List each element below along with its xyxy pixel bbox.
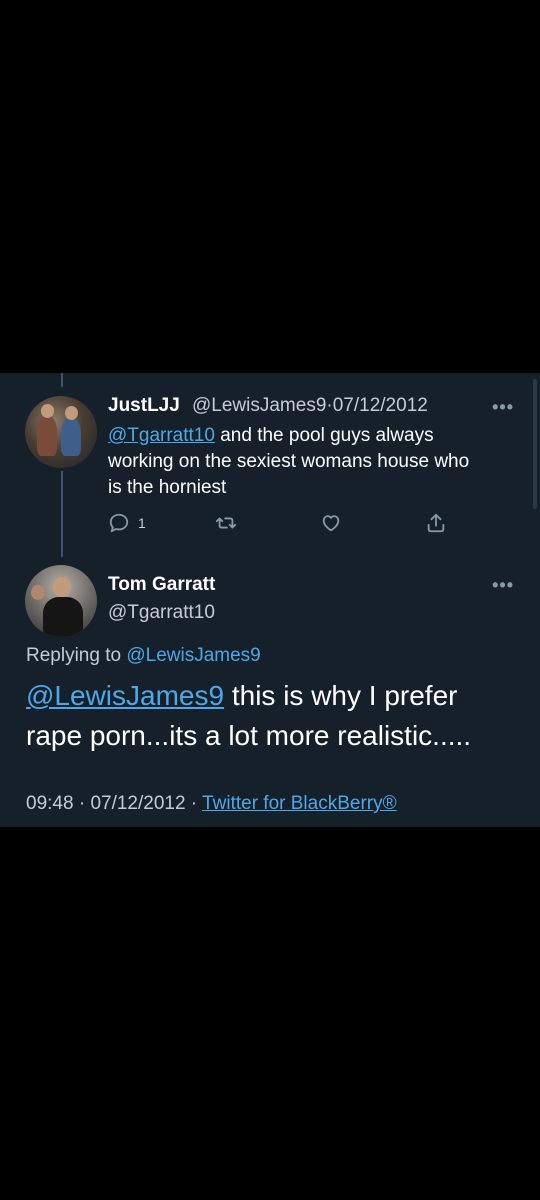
- avatar-figure: [43, 597, 83, 637]
- avatar-head: [53, 577, 71, 597]
- replying-to: Replying to @LewisJames9: [26, 645, 261, 667]
- like-button[interactable]: [320, 511, 342, 535]
- tweet-text-line3: is the horniest: [108, 477, 227, 498]
- reply-icon: [109, 513, 129, 533]
- handle[interactable]: @Tgarratt10: [108, 602, 215, 624]
- share-icon: [427, 513, 445, 533]
- separator: ·: [185, 793, 203, 814]
- separator: ·: [73, 793, 91, 814]
- more-options-icon[interactable]: •••: [492, 575, 514, 596]
- mention-link[interactable]: @LewisJames9: [26, 680, 224, 711]
- avatar-head: [31, 585, 45, 600]
- tweet-text: @LewisJames9 this is why I prefer rape p…: [26, 676, 526, 756]
- tweet-date[interactable]: 07/12/2012: [333, 395, 428, 416]
- avatar[interactable]: [25, 565, 97, 637]
- avatar-head: [41, 404, 54, 418]
- tweet-source-link[interactable]: Twitter for BlackBerry®: [202, 793, 397, 814]
- tweet-text-line2: rape porn...its a lot more realistic....…: [26, 720, 472, 751]
- tweet-date: 07/12/2012: [90, 793, 186, 814]
- avatar[interactable]: [25, 396, 97, 468]
- more-options-icon[interactable]: •••: [492, 397, 514, 418]
- tweet-time: 09:48: [26, 793, 74, 814]
- tweet-footer: 09:48 · 07/12/2012 · Twitter for BlackBe…: [26, 793, 397, 815]
- retweet-button[interactable]: [215, 511, 237, 535]
- retweet-icon: [215, 517, 237, 529]
- tweet-thread-panel: JustLJJ @LewisJames9·07/12/2012 ••• @Tga…: [0, 373, 540, 827]
- tweet-text-line1: and the pool guys always: [214, 425, 434, 446]
- reply-count: 1: [138, 515, 146, 531]
- avatar-head: [65, 406, 78, 420]
- display-name[interactable]: JustLJJ: [108, 395, 180, 417]
- tweet-text: @Tgarratt10 and the pool guys always wor…: [108, 423, 518, 501]
- share-button[interactable]: [425, 511, 447, 535]
- reply-button[interactable]: 1: [108, 511, 146, 535]
- thread-line-connector: [61, 471, 63, 557]
- avatar-figure: [37, 416, 57, 456]
- tweet-text-line1: this is why I prefer: [224, 680, 458, 711]
- tweet-text-line2: working on the sexiest womans house who: [108, 451, 470, 472]
- like-icon: [322, 515, 340, 532]
- thread-line-top: [61, 373, 63, 387]
- avatar-figure: [61, 418, 81, 456]
- handle[interactable]: @LewisJames9: [192, 395, 326, 416]
- scrollbar[interactable]: [533, 379, 537, 509]
- replying-to-handle[interactable]: @LewisJames9: [126, 645, 260, 666]
- replying-to-label: Replying to: [26, 645, 127, 666]
- handle-and-date[interactable]: @LewisJames9·07/12/2012: [192, 395, 428, 417]
- display-name[interactable]: Tom Garratt: [108, 574, 215, 596]
- mention-link[interactable]: @Tgarratt10: [108, 425, 215, 446]
